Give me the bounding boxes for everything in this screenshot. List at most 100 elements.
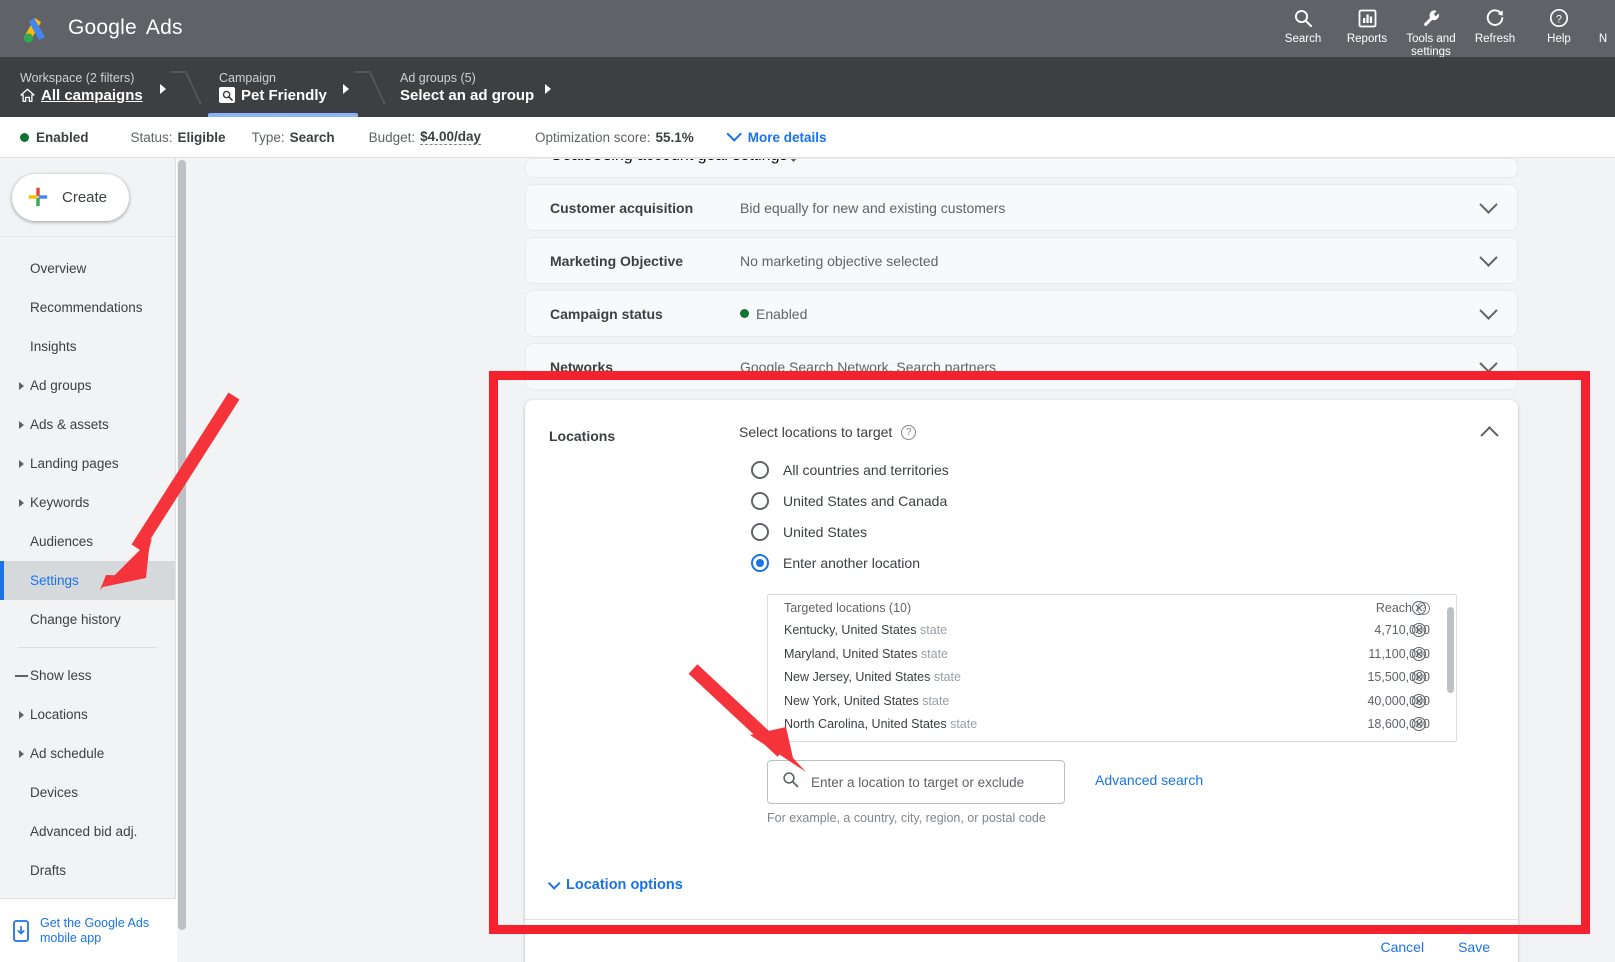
campaign-chevron-down-icon[interactable] (343, 84, 349, 94)
table-row[interactable]: Kentucky, United States state 4,710,000 (768, 619, 1456, 643)
locations-card-body: Locations Select locations to target ? A… (525, 400, 1518, 851)
breadcrumb-separator-2 (354, 71, 385, 104)
sidebar-item-ad-groups[interactable]: Ad groups (0, 366, 175, 405)
sidebar-item-ad-schedule[interactable]: Ad schedule (0, 734, 175, 773)
sidebar-item-advanced-bid-adj[interactable]: Advanced bid adj. (0, 812, 175, 851)
location-type: state (921, 647, 948, 661)
cancel-button[interactable]: Cancel (1380, 939, 1424, 955)
sidebar-item-label: Ad groups (30, 378, 92, 393)
settings-row-marketing-objective[interactable]: Marketing Objective No marketing objecti… (525, 237, 1518, 284)
create-button-label: Create (62, 189, 107, 206)
expand-triangle-icon (19, 711, 24, 719)
sidebar-item-recommendations[interactable]: Recommendations (0, 288, 175, 327)
table-row[interactable]: North Carolina, United States state 18,6… (768, 713, 1456, 737)
notifications-button[interactable]: N (1591, 0, 1615, 46)
radio-icon (751, 492, 769, 510)
adgroups-chevron-down-icon[interactable] (545, 84, 551, 94)
workspace-chevron-down-icon[interactable] (160, 84, 166, 94)
more-details-chevron-down-icon (726, 126, 742, 142)
sidebar-item-keywords[interactable]: Keywords (0, 483, 175, 522)
location-name: Kentucky, United States state (784, 623, 1374, 637)
chevron-down-icon[interactable] (1479, 301, 1497, 319)
sidebar-item-label: Locations (30, 707, 88, 722)
sidebar-item-change-history[interactable]: Change history (0, 600, 175, 639)
sidebar-divider (18, 647, 157, 648)
sidebar-show-less-button[interactable]: Show less (0, 656, 175, 695)
refresh-button[interactable]: Refresh (1463, 0, 1527, 46)
settings-row-customer-acquisition[interactable]: Customer acquisition Bid equally for new… (525, 184, 1518, 231)
radio-united-states[interactable]: United States (751, 516, 1496, 547)
svg-text:?: ? (1556, 13, 1562, 25)
tools-and-settings-button[interactable]: Tools and settings (1399, 0, 1463, 59)
location-name-text: Maryland, United States (784, 647, 917, 661)
search-button[interactable]: Search (1271, 0, 1335, 46)
help-button[interactable]: ? Help (1527, 0, 1591, 46)
location-name: Maryland, United States state (784, 647, 1368, 661)
minus-icon (15, 675, 28, 677)
help-circle-icon: ? (1549, 6, 1569, 30)
settings-row-campaign-status[interactable]: Campaign status Enabled (525, 290, 1518, 337)
reports-button[interactable]: Reports (1335, 0, 1399, 46)
google-ads-logo-group[interactable]: Google Ads (20, 11, 183, 45)
settings-row-value-group: Enabled (740, 306, 1482, 322)
wrench-icon (1421, 6, 1442, 30)
sidebar-item-locations[interactable]: Locations (0, 695, 175, 734)
sidebar-item-settings[interactable]: Settings (0, 561, 175, 600)
location-options-label: Location options (566, 877, 683, 893)
chevron-down-icon[interactable] (1479, 354, 1497, 372)
radio-label: Enter another location (783, 555, 920, 571)
radio-all-countries[interactable]: All countries and territories (751, 454, 1496, 485)
radio-us-and-canada[interactable]: United States and Canada (751, 485, 1496, 516)
settings-row-label: Goals (550, 158, 592, 165)
table-row[interactable]: New York, United States state 40,000,000 (768, 689, 1456, 713)
sidebar-item-drafts[interactable]: Drafts (0, 851, 175, 890)
budget-field[interactable]: Budget: $4.00/day (369, 129, 481, 145)
budget-field-value[interactable]: $4.00/day (420, 129, 481, 145)
help-tooltip-icon[interactable]: ? (901, 425, 916, 440)
table-row[interactable]: New Jersey, United States state 15,500,0… (768, 666, 1456, 690)
remove-location-icon[interactable] (1412, 694, 1426, 708)
breadcrumb-workspace-value: All campaigns (41, 87, 143, 104)
sidebar-item-devices[interactable]: Devices (0, 773, 175, 812)
settings-row-networks[interactable]: Networks Google Search Network, Search p… (525, 343, 1518, 390)
reports-button-label: Reports (1347, 33, 1387, 46)
sidebar-item-ads-and-assets[interactable]: Ads & assets (0, 405, 175, 444)
radio-enter-another-location[interactable]: Enter another location (751, 547, 1496, 578)
location-search-input[interactable]: Enter a location to target or exclude (767, 760, 1065, 804)
chevron-down-icon[interactable] (785, 158, 803, 162)
sidebar-item-label: Settings (30, 573, 79, 588)
save-button[interactable]: Save (1458, 939, 1490, 955)
table-row[interactable]: Maryland, United States state 11,100,000 (768, 642, 1456, 666)
locations-list-scrollbar-thumb[interactable] (1447, 607, 1454, 693)
radio-label: United States (783, 524, 867, 540)
breadcrumb-campaign[interactable]: Campaign Pet Friendly (219, 57, 327, 117)
breadcrumb-workspace[interactable]: Workspace (2 filters) All campaigns (20, 57, 143, 117)
optimization-score-value: 55.1% (656, 130, 694, 145)
advanced-search-link[interactable]: Advanced search (1095, 760, 1203, 788)
brand-google: Google (68, 16, 137, 40)
campaign-status-dot-icon (740, 309, 749, 318)
settings-row-goals[interactable]: Goals Using account goal settings (525, 158, 1518, 178)
sidebar-item-audiences[interactable]: Audiences (0, 522, 175, 561)
chevron-down-icon[interactable] (1479, 195, 1497, 213)
get-mobile-app-link[interactable]: Get the Google Ads mobile app (0, 898, 176, 962)
breadcrumb-campaign-value-group: Pet Friendly (219, 87, 327, 104)
settings-row-label: Networks (550, 359, 740, 375)
more-details-button[interactable]: More details (728, 130, 827, 145)
status-enabled-badge: Enabled (20, 130, 89, 145)
page-scrollbar[interactable] (177, 158, 187, 962)
sidebar-item-overview[interactable]: Overview (0, 249, 175, 288)
location-options-toggle[interactable]: Location options (549, 877, 1518, 893)
sidebar-item-insights[interactable]: Insights (0, 327, 175, 366)
locations-card: Locations Select locations to target ? A… (525, 400, 1518, 962)
radio-label: All countries and territories (783, 462, 949, 478)
page-scrollbar-thumb[interactable] (178, 160, 186, 930)
create-button[interactable]: Create (12, 174, 129, 221)
remove-location-icon[interactable] (1412, 647, 1426, 661)
targeted-locations-header-name: Targeted locations (10) (784, 601, 1376, 615)
sidebar-item-landing-pages[interactable]: Landing pages (0, 444, 175, 483)
breadcrumb-adgroups[interactable]: Ad groups (5) Select an ad group (400, 57, 534, 117)
sidebar-item-label: Change history (30, 612, 121, 627)
search-icon (1293, 6, 1313, 30)
chevron-down-icon[interactable] (1479, 248, 1497, 266)
